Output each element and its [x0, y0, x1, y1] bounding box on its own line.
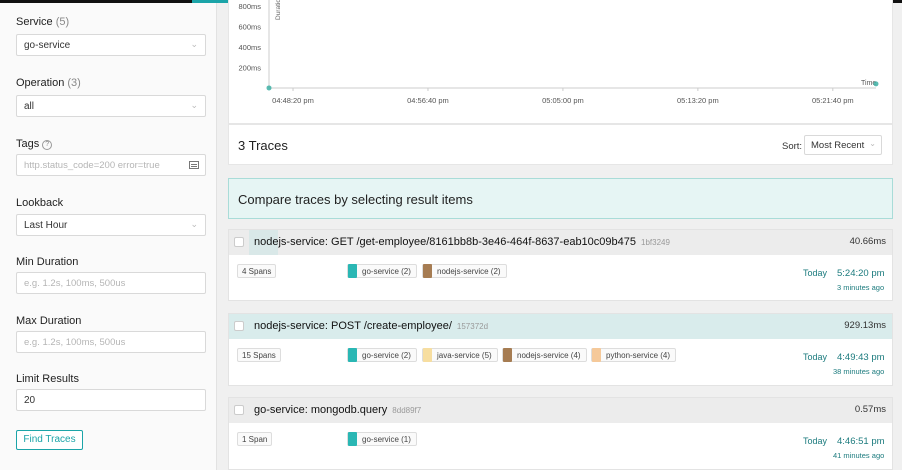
- span-count-badge: 15 Spans: [237, 348, 281, 362]
- trace-name[interactable]: nodejs-service: POST /create-employee/15…: [254, 320, 488, 332]
- lookback-select[interactable]: Last Hour ⌄: [16, 214, 206, 236]
- trace-select-checkbox[interactable]: [234, 405, 244, 415]
- y-tick-label: 400ms: [238, 43, 261, 52]
- service-tag: go-service (1): [347, 432, 417, 446]
- search-sidebar: Service (5) go-service ⌄ Operation (3) all ⌄…: [0, 3, 217, 470]
- span-count-badge: 4 Spans: [237, 264, 277, 278]
- span-count-badge: 1 Span: [237, 432, 273, 446]
- service-color-swatch: [348, 264, 357, 278]
- service-color-swatch: [423, 264, 432, 278]
- trace-duration: 0.57ms: [854, 404, 886, 415]
- trace-point: [266, 85, 272, 91]
- service-tag: go-service (2): [347, 348, 417, 362]
- trace-start-time: 5:24:20 pm: [837, 268, 885, 279]
- trace-id: 157372d: [456, 322, 489, 331]
- lookback-label: Lookback: [16, 197, 64, 209]
- trace-item[interactable]: nodejs-service: GET /get-employee/8161bb…: [228, 229, 893, 301]
- y-tick-label: 600ms: [238, 23, 261, 32]
- trace-day: Today: [803, 352, 828, 362]
- min-duration-label: Min Duration: [16, 256, 79, 268]
- scatter-plot: 800ms 600ms 400ms 200ms 04:48:20 pm 04:56:40 …: [238, 0, 879, 105]
- min-duration-input[interactable]: e.g. 1.2s, 100ms, 500us: [16, 272, 206, 294]
- results-count-title: 3 Traces: [238, 138, 288, 153]
- trace-duration: 929.13ms: [844, 320, 886, 331]
- compare-traces-banner: Compare traces by selecting result items: [228, 178, 893, 219]
- max-duration-label: Max Duration: [16, 315, 82, 327]
- trace-relative-time: 41 minutes ago: [833, 451, 885, 460]
- chevron-down-icon: ⌄: [190, 100, 198, 110]
- operation-select[interactable]: all ⌄: [16, 95, 206, 117]
- results-header: 3 Traces Sort: Most Recent ⌄: [228, 124, 893, 165]
- trace-header[interactable]: nodejs-service: GET /get-employee/8161bb…: [229, 230, 892, 255]
- trace-duration: 40.66ms: [849, 236, 886, 247]
- service-tag: go-service (2): [347, 264, 417, 278]
- trace-day: Today: [803, 436, 828, 446]
- y-tick-label: 800ms: [238, 2, 261, 11]
- service-select[interactable]: go-service ⌄: [16, 34, 206, 56]
- service-tag: nodejs-service (4): [502, 348, 587, 362]
- sort-select[interactable]: Most Recent ⌄: [804, 135, 882, 155]
- trace-name[interactable]: nodejs-service: GET /get-employee/8161bb…: [254, 236, 670, 248]
- service-color-swatch: [423, 348, 432, 362]
- sort-label: Sort:: [782, 141, 803, 152]
- trace-item[interactable]: nodejs-service: POST /create-employee/15…: [228, 313, 893, 386]
- chevron-down-icon: ⌄: [190, 219, 198, 229]
- x-tick-label: 04:48:20 pm: [272, 96, 314, 105]
- x-tick-label: 05:21:40 pm: [812, 96, 854, 105]
- service-tag: nodejs-service (2): [422, 264, 507, 278]
- trace-header[interactable]: nodejs-service: POST /create-employee/15…: [229, 314, 892, 339]
- x-tick-label: 05:13:20 pm: [677, 96, 719, 105]
- trace-point: [873, 81, 879, 87]
- service-tag: java-service (5): [422, 348, 498, 362]
- trace-item[interactable]: go-service: mongodb.query 8dd89f7 0.57ms …: [228, 397, 893, 470]
- y-tick-label: 200ms: [238, 64, 261, 73]
- tags-label: Tags?: [16, 138, 53, 150]
- tags-input[interactable]: http.status_code=200 error=true: [16, 154, 206, 176]
- question-circle-icon[interactable]: ?: [42, 140, 53, 150]
- trace-day: Today: [803, 268, 828, 278]
- service-color-swatch: [348, 348, 357, 362]
- trace-duration-chart: 800ms 600ms 400ms 200ms 04:48:20 pm 04:56:40 …: [228, 0, 893, 124]
- service-tag: python-service (4): [591, 348, 677, 362]
- service-color-swatch: [503, 348, 512, 362]
- x-tick-label: 05:05:00 pm: [542, 96, 584, 105]
- operation-label: Operation (3): [16, 77, 81, 89]
- trace-select-checkbox[interactable]: [234, 237, 244, 247]
- limit-results-label: Limit Results: [16, 373, 79, 385]
- max-duration-input[interactable]: e.g. 1.2s, 100ms, 500us: [16, 331, 206, 353]
- service-color-swatch: [348, 432, 357, 446]
- trace-select-checkbox[interactable]: [234, 321, 244, 331]
- trace-header[interactable]: go-service: mongodb.query 8dd89f7 0.57ms: [229, 398, 892, 423]
- table-icon[interactable]: [189, 161, 199, 169]
- chevron-down-icon: ⌄: [190, 39, 198, 49]
- find-traces-button[interactable]: Find Traces: [16, 430, 83, 450]
- trace-id: 8dd89f7: [392, 406, 422, 415]
- trace-id: 1bf3249: [641, 238, 670, 247]
- y-axis-label: Duration: [275, 0, 282, 20]
- operation-count: (3): [67, 77, 81, 89]
- trace-start-time: 4:46:51 pm: [837, 436, 885, 447]
- service-count: (5): [55, 16, 70, 28]
- trace-relative-time: 3 minutes ago: [837, 283, 885, 292]
- service-color-swatch: [592, 348, 601, 362]
- chevron-down-icon: ⌄: [869, 139, 876, 148]
- trace-start-time: 4:49:43 pm: [837, 352, 885, 363]
- limit-results-input[interactable]: 20: [16, 389, 206, 411]
- trace-name[interactable]: go-service: mongodb.query 8dd89f7: [254, 404, 421, 416]
- service-label: Service (5): [16, 16, 70, 28]
- trace-relative-time: 38 minutes ago: [833, 367, 885, 376]
- x-tick-label: 04:56:40 pm: [407, 96, 449, 105]
